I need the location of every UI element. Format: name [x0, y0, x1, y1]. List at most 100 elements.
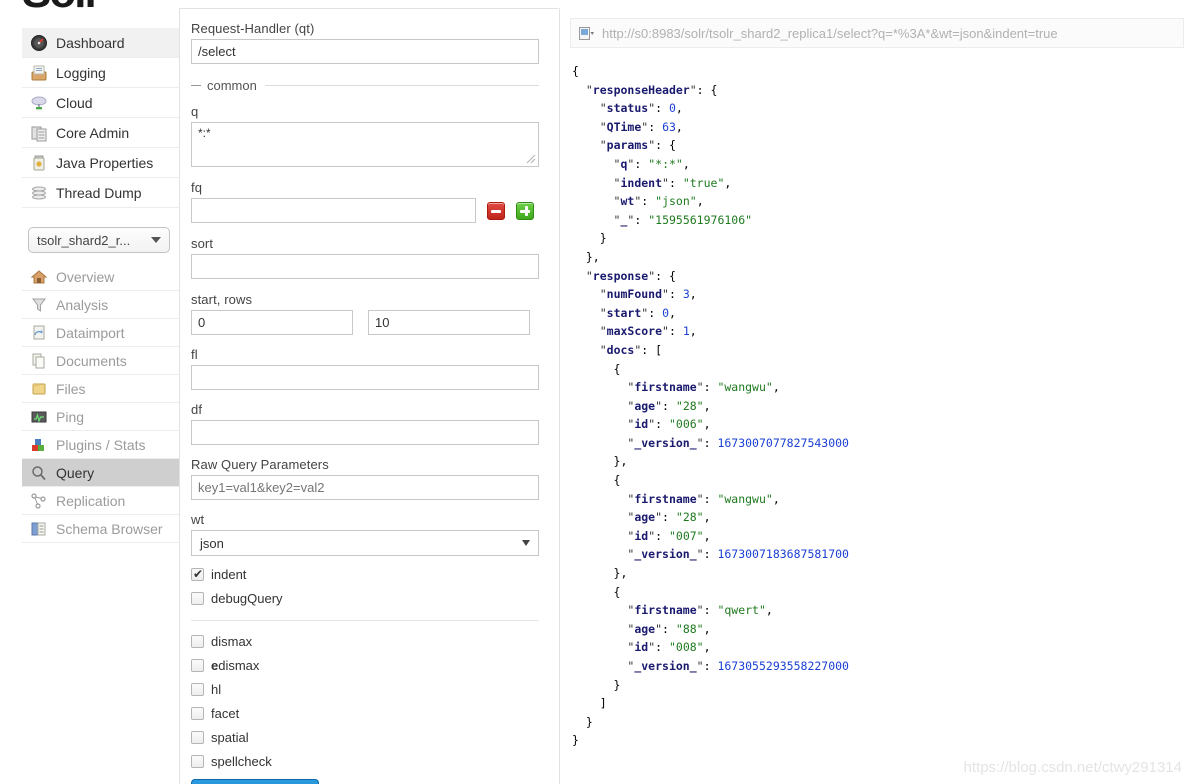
wt-label: wt [191, 512, 205, 527]
sidebar-item-analysis[interactable]: Analysis [22, 291, 179, 319]
checkbox-facet-label: facet [211, 705, 240, 721]
checkbox-facet-box[interactable] [191, 706, 204, 720]
checkbox-group-divider [191, 620, 539, 621]
checkbox-spellcheck[interactable]: spellcheck [191, 749, 538, 773]
fl-label: fl [191, 347, 198, 362]
checkbox-hl[interactable]: hl [191, 677, 538, 701]
checkbox-spellcheck-box[interactable] [191, 754, 204, 768]
fq-remove-button[interactable] [487, 201, 505, 220]
checkbox-spellcheck-label: spellcheck [211, 753, 272, 769]
wt-select[interactable]: json [191, 530, 539, 556]
checkbox-debugquery-box[interactable] [191, 591, 204, 605]
checkbox-edismax[interactable]: edismax [191, 653, 538, 677]
sidebar-item-label: Documents [56, 352, 127, 369]
solr-admin-window: Solr Dashboard [0, 0, 1192, 784]
sidebar-item-dataimport[interactable]: Dataimport [22, 319, 179, 347]
sidebar-item-core-admin[interactable]: Core Admin [22, 118, 179, 148]
plugins-icon [30, 436, 48, 454]
sidebar-item-label: Cloud [56, 94, 93, 111]
sidebar-item-ping[interactable]: Ping [22, 403, 179, 431]
sidebar-item-plugins-stats[interactable]: Plugins / Stats [22, 431, 179, 459]
checkbox-facet[interactable]: facet [191, 701, 538, 725]
checkbox-indent[interactable]: indent [191, 562, 538, 586]
request-handler-label: Request-Handler (qt) [191, 21, 315, 36]
sidebar-item-documents[interactable]: Documents [22, 347, 179, 375]
fq-label: fq [191, 180, 203, 195]
checkbox-spatial[interactable]: spatial [191, 725, 538, 749]
sidebar-item-query[interactable]: Query [22, 459, 179, 487]
checkbox-edismax-label: edismax [211, 657, 260, 673]
rows-input[interactable] [368, 310, 530, 335]
jar-icon [30, 154, 48, 172]
sidebar-top-nav: Dashboard Logging Cloud Core Admin Java … [22, 28, 179, 208]
start-rows-label: start, rows [191, 292, 253, 307]
sidebar-item-label: Files [56, 380, 86, 397]
sidebar-item-dashboard[interactable]: Dashboard [22, 28, 179, 58]
sidebar-item-cloud[interactable]: Cloud [22, 88, 179, 118]
sidebar-item-label: Thread Dump [56, 184, 142, 201]
checkbox-indent-box[interactable] [191, 567, 204, 581]
solr-logo[interactable]: Solr [22, 0, 172, 8]
documents-icon [30, 352, 48, 370]
cloud-icon [30, 94, 48, 112]
sidebar-item-label: Schema Browser [56, 520, 163, 537]
sidebar-item-java-properties[interactable]: Java Properties [22, 148, 179, 178]
watermark: https://blog.csdn.net/ctwy291314 [963, 759, 1182, 776]
checkbox-dismax-box[interactable] [191, 634, 204, 648]
result-url-bar[interactable]: http://s0:8983/solr/tsolr_shard2_replica… [570, 18, 1184, 48]
q-label: q [191, 104, 199, 119]
sidebar: Solr Dashboard [0, 0, 179, 784]
checkbox-hl-box[interactable] [191, 682, 204, 696]
legend-rule [264, 85, 539, 86]
df-label: df [191, 402, 203, 417]
collapse-dash-icon [191, 85, 201, 86]
replication-icon [30, 492, 48, 510]
server-icon [30, 124, 48, 142]
request-handler-input[interactable] [191, 39, 539, 64]
sort-label: sort [191, 236, 214, 251]
raw-query-parameters-input[interactable] [191, 475, 539, 500]
fl-input[interactable] [191, 365, 539, 390]
secondary-checkbox-group: dismax edismax hl facet spatial spellche… [191, 629, 538, 773]
primary-checkbox-group: indent debugQuery [191, 562, 538, 610]
fq-input[interactable] [191, 198, 476, 223]
sidebar-item-label: Core Admin [56, 124, 130, 141]
common-fieldset-title: common [207, 78, 257, 93]
home-icon [30, 268, 48, 286]
checkbox-dismax[interactable]: dismax [191, 629, 538, 653]
checkbox-spatial-label: spatial [211, 729, 249, 745]
import-icon [30, 324, 48, 342]
checkbox-hl-label: hl [211, 681, 222, 697]
magnifier-icon [30, 464, 48, 482]
sidebar-item-label: Dashboard [56, 34, 125, 51]
sidebar-item-label: Query [56, 464, 95, 481]
resize-grip-icon[interactable] [526, 154, 536, 164]
sidebar-item-schema-browser[interactable]: Schema Browser [22, 515, 179, 543]
page-dropdown-icon[interactable] [579, 26, 595, 40]
folder-icon [30, 380, 48, 398]
checkbox-spatial-box[interactable] [191, 730, 204, 744]
sidebar-item-thread-dump[interactable]: Thread Dump [22, 178, 179, 208]
gauge-icon [30, 34, 48, 52]
execute-query-button[interactable]: Execute Query [191, 779, 320, 784]
result-panel: http://s0:8983/solr/tsolr_shard2_replica… [559, 8, 1192, 784]
core-selector[interactable]: tsolr_shard2_r... [28, 227, 170, 253]
result-url-text: http://s0:8983/solr/tsolr_shard2_replica… [602, 25, 1058, 41]
sidebar-item-overview[interactable]: Overview [22, 263, 179, 291]
df-input[interactable] [191, 420, 539, 445]
sidebar-item-replication[interactable]: Replication [22, 487, 179, 515]
common-fieldset-legend[interactable]: common [191, 78, 539, 93]
sidebar-item-label: Dataimport [56, 324, 125, 341]
wt-selected-value: json [200, 535, 224, 551]
sidebar-core-nav: Overview Analysis Dataimport Documents F… [22, 263, 179, 543]
sidebar-item-label: Ping [56, 408, 85, 425]
start-input[interactable] [191, 310, 353, 335]
sort-input[interactable] [191, 254, 539, 279]
sidebar-item-files[interactable]: Files [22, 375, 179, 403]
q-textarea-wrap[interactable]: *:* [191, 122, 539, 167]
sidebar-item-label: Logging [56, 64, 106, 81]
checkbox-edismax-box[interactable] [191, 658, 204, 672]
fq-add-button[interactable] [516, 201, 534, 220]
sidebar-item-logging[interactable]: Logging [22, 58, 179, 88]
checkbox-debugquery[interactable]: debugQuery [191, 586, 538, 610]
